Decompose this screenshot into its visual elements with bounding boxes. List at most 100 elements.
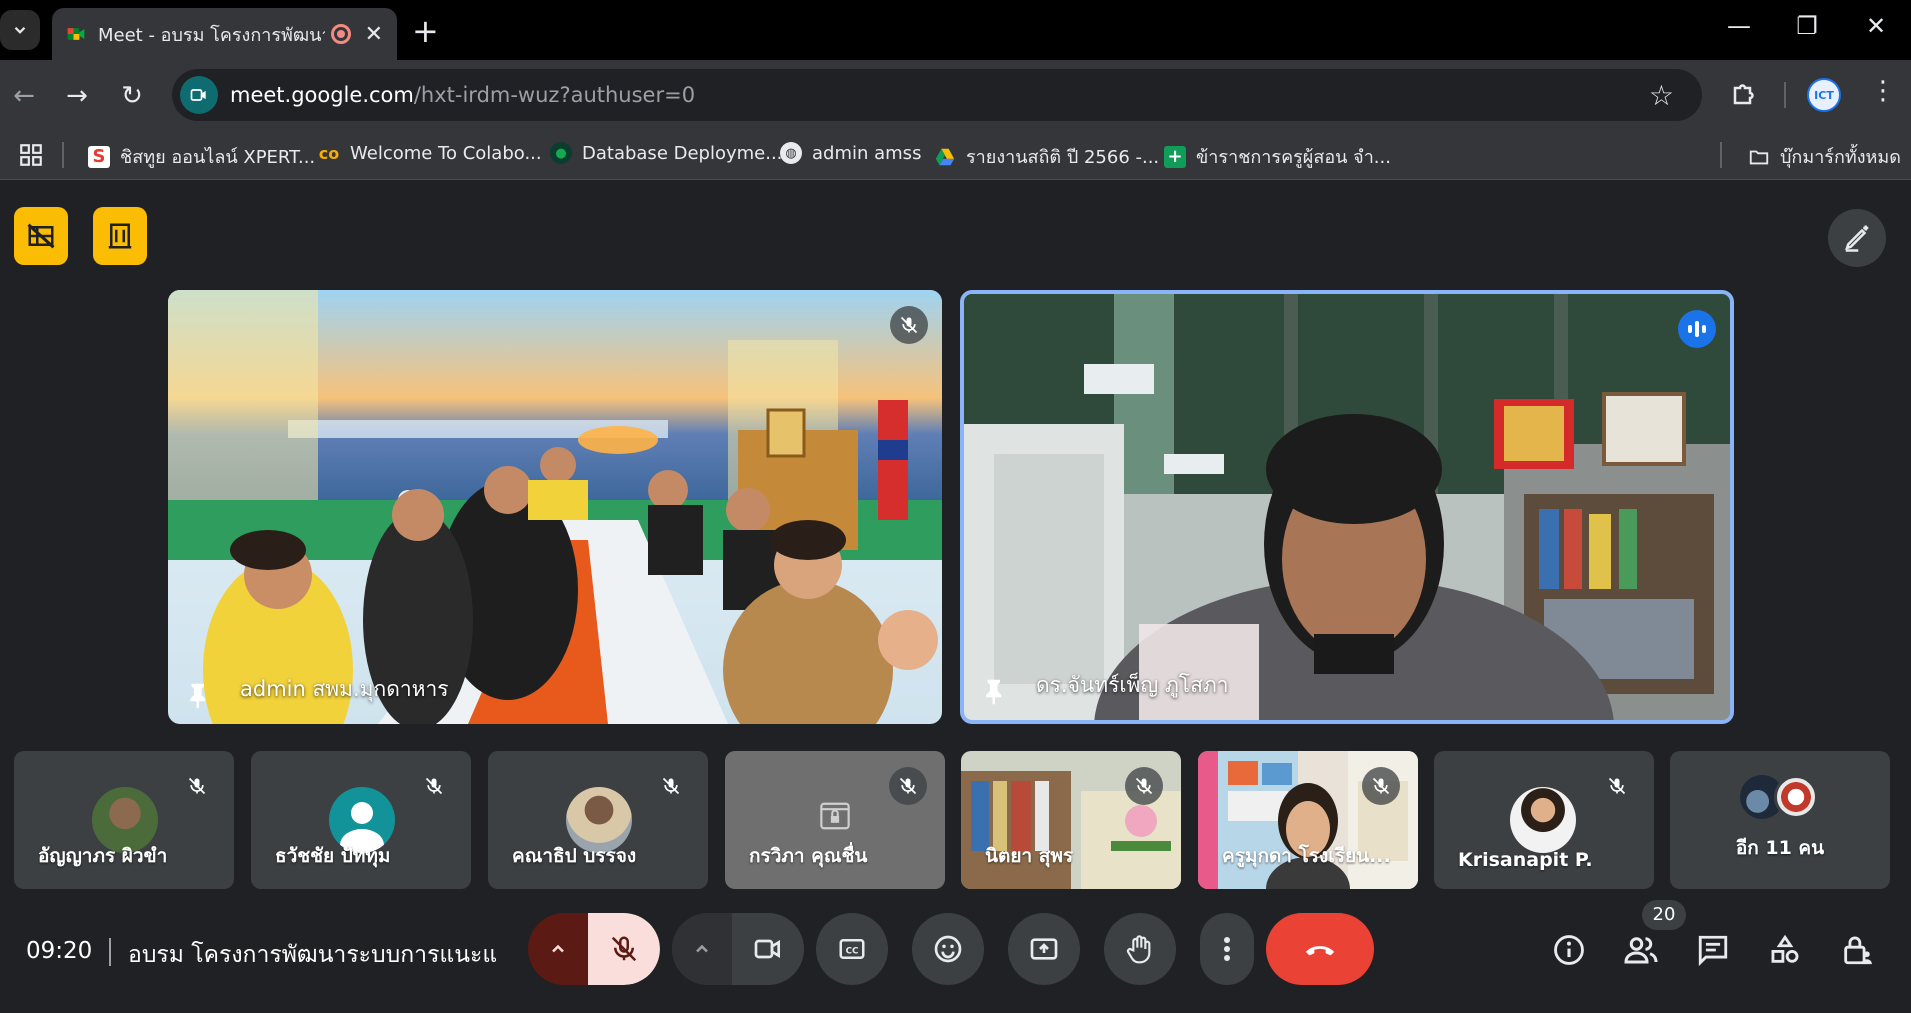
bookmark-label: ชิสทูย ออนไลน์ XPERT...	[120, 147, 316, 168]
mic-off-icon	[1372, 777, 1390, 795]
more-vertical-icon	[1224, 937, 1230, 961]
participant-name: admin สพม.มุกดาหาร	[240, 677, 449, 701]
more-options-button[interactable]	[1200, 913, 1254, 985]
chat-icon	[1698, 935, 1728, 967]
recording-icon	[330, 24, 351, 44]
bookmark-item[interactable]: S ชิสทูย ออนไลน์ XPERT...	[88, 142, 315, 171]
bookmark-label: ข้าราชการครูผู้สอน จำ...	[1196, 147, 1391, 168]
meeting-clock: 09:20	[26, 938, 93, 964]
muted-indicator	[889, 767, 927, 805]
new-tab-button[interactable]: +	[412, 12, 439, 50]
people-icon	[1624, 937, 1658, 964]
more-participants-tile[interactable]: อีก 11 คน	[1670, 751, 1890, 889]
participant-tile[interactable]: กรวิภา คุณชื่น	[725, 751, 945, 889]
video-tile-admin[interactable]: admin สพม.มุกดาหาร	[168, 290, 942, 724]
leave-call-button[interactable]	[1266, 913, 1374, 985]
profile-avatar[interactable]: ICT	[1807, 78, 1841, 112]
participant-tile[interactable]: Krisanapit P.	[1434, 751, 1654, 889]
browser-menu-icon[interactable]: ⋮	[1870, 76, 1896, 106]
participant-tile[interactable]: อัญญาภร ผิวขำ	[14, 751, 234, 889]
address-bar[interactable]: meet.google.com/hxt-irdm-wuz?authuser=0 …	[172, 69, 1702, 121]
chevron-down-icon	[14, 26, 26, 34]
participant-tile[interactable]: คณาธิป บรรจง	[488, 751, 708, 889]
google-meet-icon	[67, 28, 85, 40]
tab-search-button[interactable]	[0, 10, 40, 50]
people-button[interactable]	[1620, 929, 1662, 971]
bookmarks-divider	[1720, 142, 1722, 168]
participant-tile[interactable]: นิตยา สุพร	[961, 751, 1181, 889]
more-participants-label: อีก 11 คน	[1735, 837, 1825, 859]
breakout-rooms-button[interactable]	[93, 207, 147, 265]
toggle-camera-button[interactable]	[732, 913, 804, 985]
close-tab-icon[interactable]: ✕	[365, 22, 383, 47]
reactions-button[interactable]	[912, 913, 984, 985]
mic-off-icon	[425, 777, 443, 795]
back-button[interactable]: ←	[4, 76, 44, 116]
tab-strip: Meet - อบรม โครงการพัฒนาระ ✕ + — ❐ ✕	[0, 0, 1911, 60]
raise-hand-button[interactable]	[1104, 913, 1176, 985]
meeting-room-video	[168, 290, 942, 724]
video-tile-speaker[interactable]: ดร.จันทร์เพ็ญ ภูโสภา	[960, 290, 1734, 724]
participant-tile[interactable]: ครูมุกดา โรงเรียน...	[1198, 751, 1418, 889]
shapes-icon	[1771, 934, 1799, 963]
bookmark-label: Database Deployme...	[582, 142, 783, 164]
bookmark-item[interactable]: co Welcome To Colabo...	[318, 142, 542, 164]
bookmark-star-icon[interactable]: ☆	[1649, 79, 1674, 112]
mic-off-icon	[1135, 777, 1153, 795]
mic-off-icon	[188, 777, 206, 795]
google-sheets-icon: +	[1164, 145, 1186, 168]
all-bookmarks-folder[interactable]: บุ๊กมาร์กทั้งหมด	[1748, 142, 1901, 171]
chevron-up-icon	[552, 944, 564, 953]
bookmark-label: admin amss	[812, 142, 922, 164]
forward-button[interactable]: →	[57, 76, 97, 116]
bookmark-item[interactable]: รายงานสถิติ ปี 2566 -...	[934, 142, 1159, 171]
chat-button[interactable]	[1692, 929, 1734, 971]
pin-icon[interactable]	[184, 680, 214, 710]
emoji-icon	[934, 935, 962, 963]
host-controls-button[interactable]	[14, 207, 68, 265]
microphone-control	[528, 913, 660, 985]
present-screen-button[interactable]	[1008, 913, 1080, 985]
site-info-icon[interactable]	[180, 76, 218, 114]
captions-button[interactable]: CC	[816, 913, 888, 985]
layout-off-icon	[27, 223, 55, 249]
extensions-puzzle-icon[interactable]	[1730, 78, 1760, 108]
browser-tab-meet[interactable]: Meet - อบรม โครงการพัฒนาระ ✕	[52, 8, 397, 60]
bookmark-item[interactable]: ◍ admin amss	[780, 142, 921, 164]
video-settings-button[interactable]	[672, 913, 732, 985]
participant-tile[interactable]: ธวัชชัย ปัททุม	[251, 751, 471, 889]
participant-count-badge: 20	[1642, 900, 1686, 930]
close-window-button[interactable]: ✕	[1856, 12, 1896, 40]
whiteboard-button[interactable]	[1828, 209, 1886, 267]
bookmarks-divider	[62, 142, 64, 168]
pin-icon[interactable]	[980, 676, 1010, 706]
video-camera-icon	[190, 89, 206, 101]
participant-name: คณาธิป บรรจง	[512, 845, 637, 867]
camera-blocked-icon	[820, 802, 850, 830]
all-bookmarks-label: บุ๊กมาร์กทั้งหมด	[1780, 147, 1901, 168]
reload-button[interactable]: ↻	[112, 76, 152, 116]
lock-person-icon	[1844, 936, 1872, 965]
mic-off-icon	[611, 936, 637, 962]
participant-name: ดร.จันทร์เพ็ญ ภูโสภา	[1036, 673, 1229, 697]
info-icon	[1554, 935, 1584, 965]
host-controls-lock-button[interactable]	[1836, 929, 1878, 971]
bookmark-item[interactable]: ● Database Deployme...	[550, 142, 782, 164]
activities-button[interactable]	[1764, 929, 1806, 971]
hang-up-icon	[1305, 946, 1335, 956]
participant-avatar	[1774, 775, 1818, 819]
speaking-indicator	[1678, 310, 1716, 348]
bookmarks-bar: S ชิสทูย ออนไลน์ XPERT... co Welcome To Co…	[0, 130, 1911, 180]
participant-name: กรวิภา คุณชื่น	[749, 845, 868, 867]
participant-avatar	[1510, 787, 1576, 853]
muted-indicator	[415, 767, 453, 805]
apps-grid-icon[interactable]	[18, 142, 44, 168]
audio-settings-button[interactable]	[528, 913, 588, 985]
bookmark-item[interactable]: + ข้าราชการครูผู้สอน จำ...	[1164, 142, 1391, 171]
browser-toolbar: ← → ↻ meet.google.com/hxt-irdm-wuz?authu…	[0, 60, 1911, 130]
minimize-button[interactable]: —	[1719, 12, 1759, 40]
pen-sparkle-icon	[1845, 225, 1869, 252]
meeting-details-button[interactable]	[1548, 929, 1590, 971]
restore-button[interactable]: ❐	[1787, 12, 1827, 40]
toggle-microphone-button[interactable]	[588, 913, 660, 985]
